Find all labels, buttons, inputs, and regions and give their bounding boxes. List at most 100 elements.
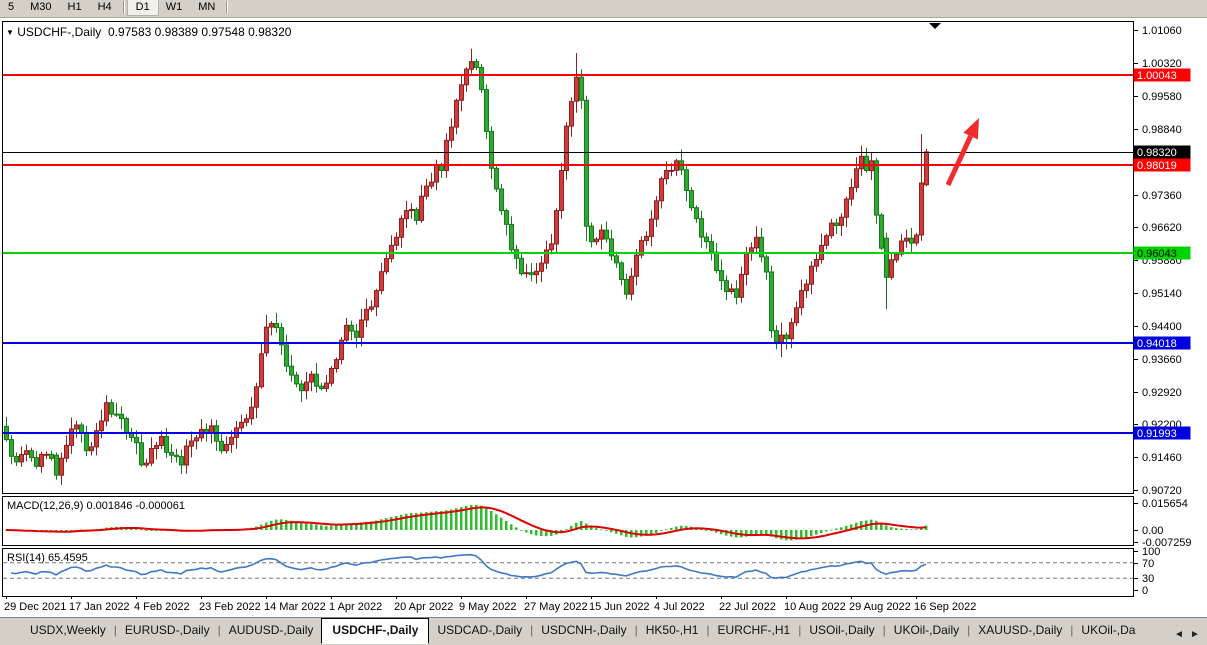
chart-canvas[interactable]: 1.010601.003200.995800.988400.981000.973…	[0, 17, 1207, 617]
candle	[230, 437, 234, 444]
candle	[865, 156, 869, 170]
trend-arrow-shaft[interactable]	[948, 136, 971, 185]
candle	[810, 266, 814, 284]
pane-border	[3, 22, 1134, 494]
candle	[45, 454, 49, 455]
candle	[700, 219, 704, 238]
tab-usdx-weekly[interactable]: USDX,Weekly	[22, 618, 114, 643]
candle	[785, 335, 789, 339]
timeframe-button-w1[interactable]: W1	[158, 0, 191, 15]
candle	[605, 230, 609, 239]
tab-hk50-h1[interactable]: HK50-,H1	[638, 618, 707, 643]
candle	[240, 422, 244, 428]
date-axis-label: 29 Aug 2022	[849, 601, 911, 613]
candle	[315, 374, 319, 386]
candle	[320, 386, 324, 388]
candle	[545, 250, 549, 263]
candle	[345, 325, 349, 340]
candle	[830, 223, 834, 236]
timeframe-button-mn[interactable]: MN	[190, 0, 223, 15]
candle	[890, 260, 894, 278]
candle	[770, 272, 774, 331]
tab-scroll-left-icon[interactable]: ◄	[1171, 629, 1187, 640]
candle	[105, 403, 109, 421]
candle	[910, 238, 914, 243]
tab-scroll-right-icon[interactable]: ►	[1187, 629, 1203, 640]
candle	[50, 454, 54, 458]
rsi-line	[11, 555, 926, 578]
candle	[885, 238, 889, 277]
candle	[775, 331, 779, 342]
svg-text:0.97360: 0.97360	[1142, 190, 1182, 202]
candle	[740, 274, 744, 297]
candle	[550, 244, 554, 250]
candle	[480, 67, 484, 89]
date-axis-label: 14 Mar 2022	[264, 601, 326, 613]
candle	[510, 224, 514, 249]
timeframe-toolbar: 5M30H1H4 D1W1MN	[0, 0, 1207, 18]
candle	[575, 77, 579, 101]
tab-ukoil-da[interactable]: UKOil-,Da	[1073, 618, 1143, 643]
candle	[365, 309, 369, 320]
candle	[255, 387, 259, 407]
candle	[720, 271, 724, 281]
tab-eurchf-h1[interactable]: EURCHF-,H1	[710, 618, 799, 643]
tab-eurusd-daily[interactable]: EURUSD-,Daily	[117, 618, 218, 643]
candles-layer	[5, 49, 929, 485]
chart-stage: 1.010601.003200.995800.988400.981000.973…	[0, 17, 1207, 617]
tab-usoil-daily[interactable]: USOil-,Daily	[801, 618, 882, 643]
svg-text:0.00: 0.00	[1142, 525, 1163, 537]
svg-text:0.91460: 0.91460	[1142, 452, 1182, 464]
candle	[495, 168, 499, 189]
candle	[690, 191, 694, 208]
candle	[815, 260, 819, 267]
candle	[725, 281, 729, 292]
candle	[370, 307, 374, 309]
candle	[220, 441, 224, 451]
timeframe-button-h4[interactable]: H4	[90, 0, 120, 15]
tab-usdcnh-daily[interactable]: USDCNH-,Daily	[533, 618, 634, 643]
macd-indicator-label: MACD(12,26,9) 0.001846 -0.000061	[7, 500, 185, 512]
candle	[780, 335, 784, 342]
candle	[245, 419, 249, 423]
tab-usdcad-daily[interactable]: USDCAD-,Daily	[429, 618, 530, 643]
candle	[195, 438, 199, 441]
candle	[180, 457, 184, 465]
trend-arrow-head[interactable]	[963, 118, 979, 140]
timeframe-button-d1[interactable]: D1	[128, 0, 158, 15]
candle	[735, 289, 739, 297]
candle	[60, 458, 64, 475]
timeframe-button-h1[interactable]: H1	[60, 0, 90, 15]
svg-text:30: 30	[1142, 573, 1154, 585]
date-axis-label: 10 Aug 2022	[784, 601, 846, 613]
candle	[665, 171, 669, 179]
tab-audusd-daily[interactable]: AUDUSD-,Daily	[221, 618, 322, 643]
date-axis-label: 23 Feb 2022	[199, 601, 261, 613]
candle	[530, 273, 534, 275]
candle	[225, 444, 229, 450]
candle	[40, 454, 44, 466]
tab-xauusd-daily[interactable]: XAUUSD-,Daily	[970, 618, 1070, 643]
candle	[325, 383, 329, 388]
candle	[580, 77, 584, 100]
timeframe-button-m30[interactable]: M30	[22, 0, 59, 15]
tab-ukoil-daily[interactable]: UKOil-,Daily	[886, 618, 967, 643]
symbol-dropdown-icon[interactable]: ▼	[6, 28, 14, 37]
candle	[335, 360, 339, 369]
candle	[330, 369, 334, 384]
candle	[875, 161, 879, 215]
candle	[565, 126, 569, 171]
candle	[100, 421, 104, 431]
tab-usdchf-daily[interactable]: USDCHF-,Daily	[321, 618, 429, 644]
candle	[360, 320, 364, 337]
candle	[650, 219, 654, 236]
chart-title: ▼ USDCHF-,Daily 0.97583 0.98389 0.97548 …	[6, 25, 291, 39]
candle	[660, 179, 664, 201]
candle	[250, 407, 254, 419]
chart-shift-marker-icon[interactable]	[929, 23, 941, 29]
svg-text:0: 0	[1142, 585, 1148, 597]
timeframe-button-5[interactable]: 5	[0, 0, 22, 15]
candle	[905, 238, 909, 241]
candle	[620, 263, 624, 280]
svg-text:1.00320: 1.00320	[1142, 58, 1182, 70]
